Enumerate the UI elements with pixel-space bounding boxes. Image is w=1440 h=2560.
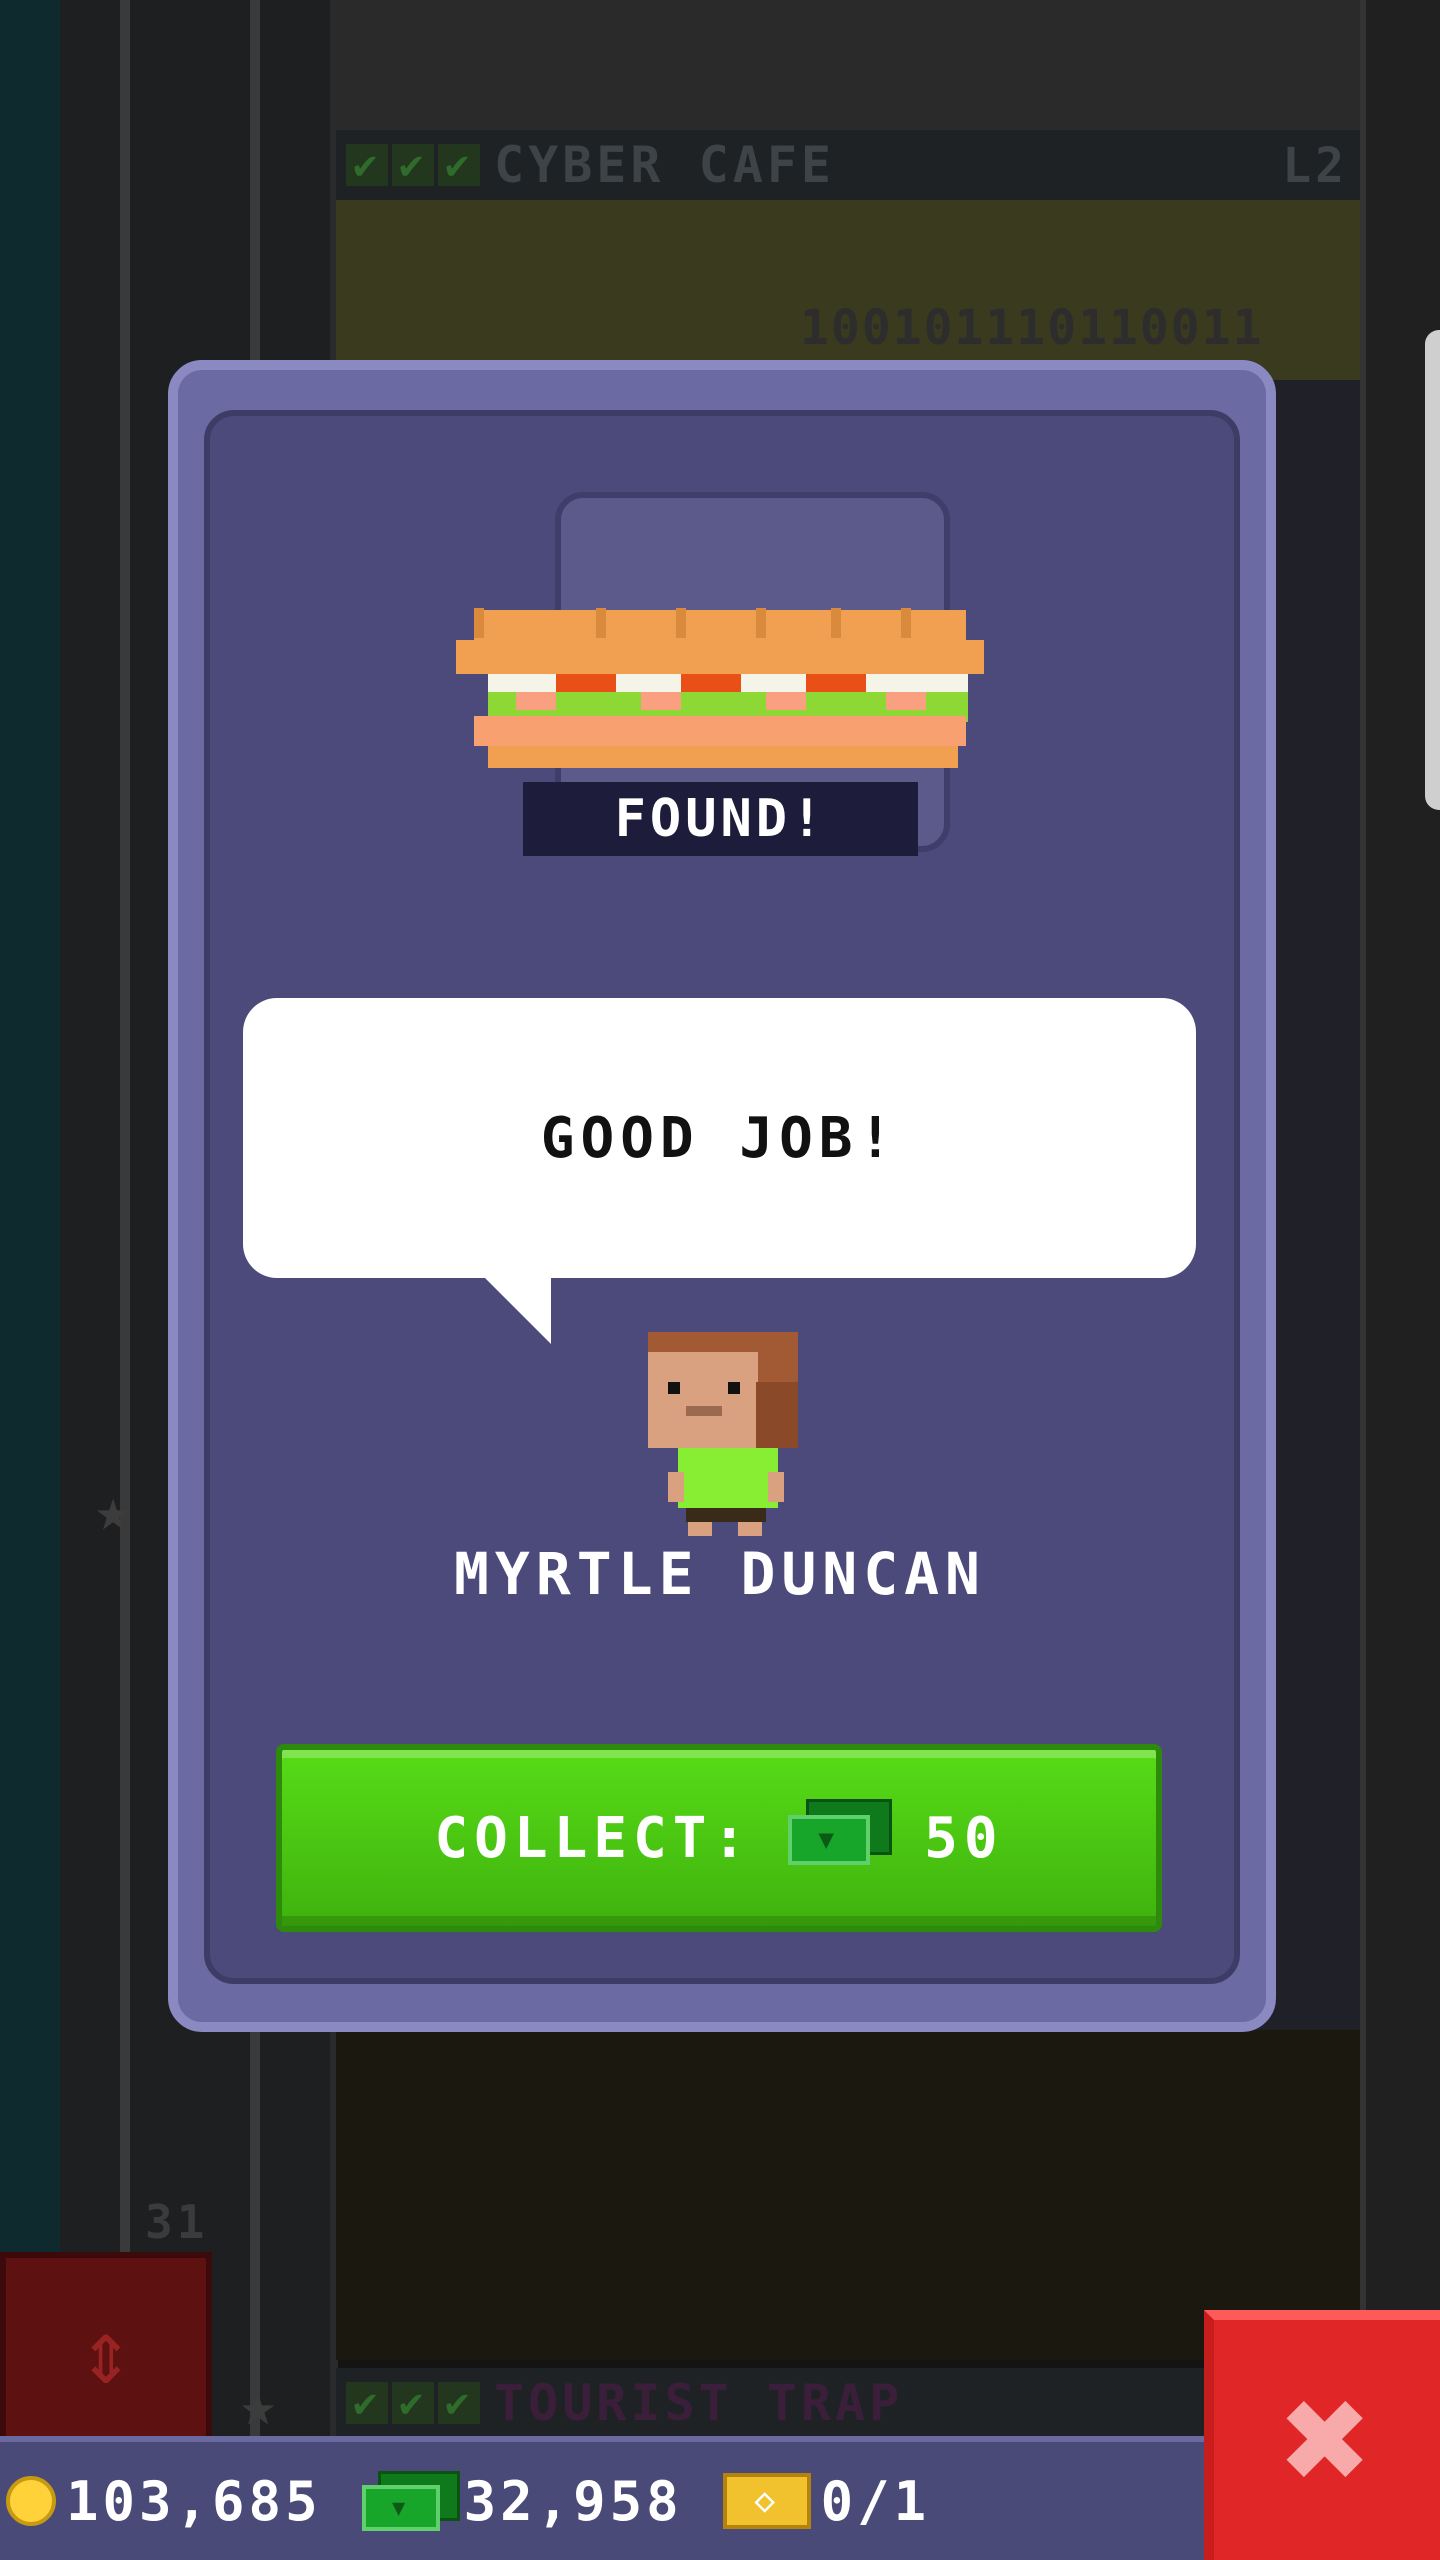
tickets-counter: ⬦ 0/1 [722,2469,931,2533]
star-icon: ★ [240,2370,277,2440]
check-icon: ✔ [438,144,480,186]
collect-amount: 50 [924,1805,1004,1871]
coins-counter: 103,685 [6,2470,322,2533]
floor-name: TOURIST TRAP [494,2374,904,2432]
collect-label: COLLECT: [434,1805,753,1871]
star-icon: ★ [95,1475,132,1545]
close-x-icon: ✖ [1281,2353,1373,2527]
npc-avatar [648,1332,798,1536]
check-icon: ✔ [346,2382,388,2424]
updown-arrow-icon: ⇕ [78,2299,134,2405]
coins-value: 103,685 [66,2469,322,2533]
bux-value: 32,958 [463,2469,683,2533]
elevator-rail [120,0,130,2560]
tickets-value: 0/1 [820,2469,931,2533]
speech-text: GOOD JOB! [540,1105,899,1171]
bux-icon: ▼ [788,1799,893,1869]
sandwich-icon [456,608,984,768]
elevator-updown-button[interactable]: ⇕ [0,2252,212,2452]
bux-icon: ▼ [361,2471,460,2531]
check-icon: ✔ [346,144,388,186]
floor-name: CYBER CAFE [494,136,836,194]
check-icon: ✔ [438,2382,480,2424]
ticket-icon: ⬦ [722,2473,811,2529]
check-icon: ✔ [392,144,434,186]
left-shaft [0,0,60,2560]
coin-icon [6,2476,56,2526]
scroll-handle[interactable] [1425,330,1440,810]
close-button[interactable]: ✖ [1204,2310,1440,2560]
found-label: FOUND! [523,782,918,856]
floor-number: 31 [145,2195,209,2249]
collect-button[interactable]: COLLECT: ▼ 50 [276,1744,1162,1932]
npc-name: MYRTLE DUNCAN [454,1540,986,1608]
floor-top[interactable] [336,0,1360,140]
binary-display: 100101110110011 [800,300,1264,356]
speech-bubble: GOOD JOB! [243,998,1196,1278]
check-icon: ✔ [392,2382,434,2424]
floor-level: L2 [1282,138,1348,194]
speech-bubble-tail [483,1276,551,1344]
bux-counter: ▼ 32,958 [361,2469,683,2533]
floor-label-cyber-cafe: ✔ ✔ ✔ CYBER CAFE L2 [336,130,1360,200]
currency-bar: 103,685 ▼ 32,958 ⬦ 0/1 [0,2436,1204,2560]
